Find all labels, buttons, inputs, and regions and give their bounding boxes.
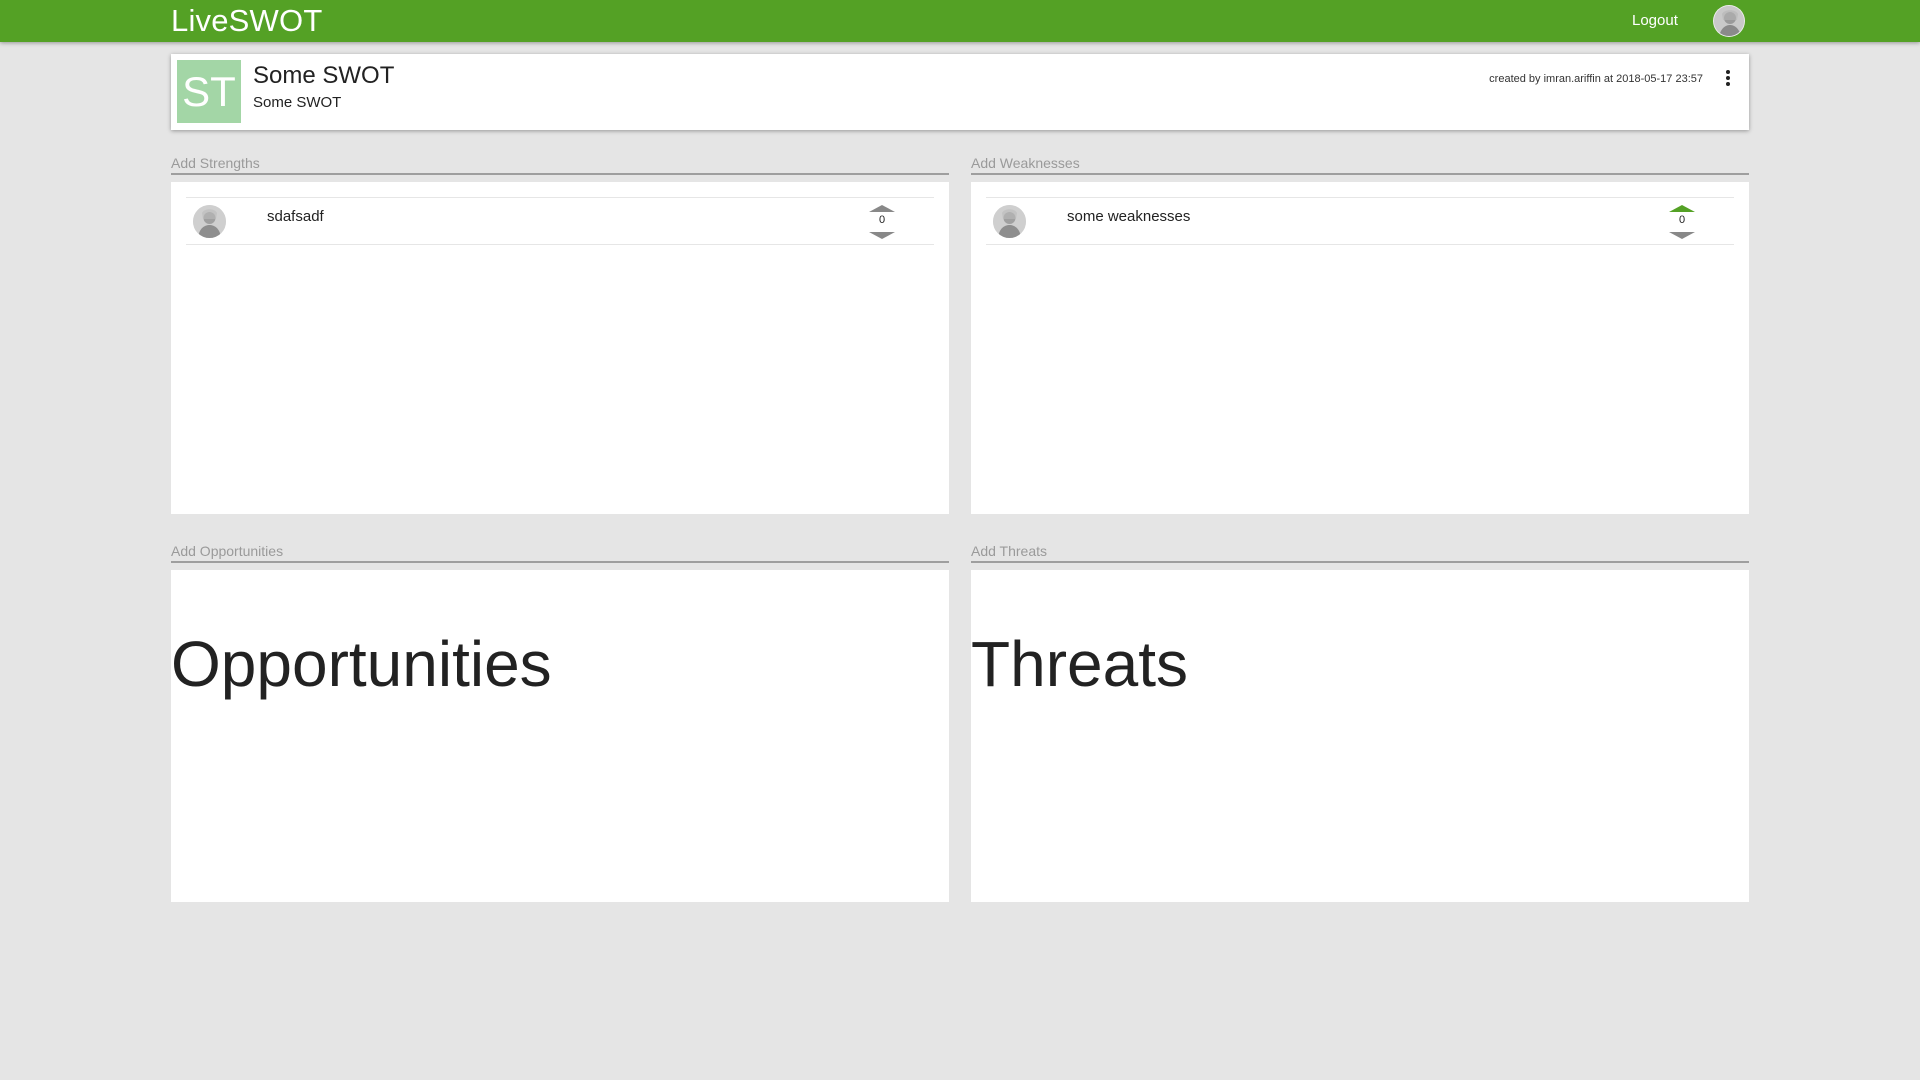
threats-list: Threats <box>971 570 1749 902</box>
swot-subtitle: Some SWOT <box>253 94 342 111</box>
strengths-quadrant: Add Strengths sdafsadf 0 <box>171 154 949 514</box>
opportunities-quadrant: Add Opportunities Opportunities <box>171 542 949 902</box>
avatar-image <box>993 205 1026 238</box>
list-item: some weaknesses 0 <box>986 197 1734 245</box>
downvote-arrow-icon[interactable] <box>869 232 895 239</box>
vote-control: 0 <box>869 205 895 239</box>
add-threats-input[interactable]: Add Threats <box>971 542 1749 563</box>
vote-control: 0 <box>1669 205 1695 239</box>
swot-title: Some SWOT <box>253 62 395 89</box>
user-avatar[interactable] <box>1713 5 1745 37</box>
created-by-text: created by imran.ariffin at 2018-05-17 2… <box>1489 73 1703 85</box>
menu-dot <box>1726 76 1730 80</box>
logout-button[interactable]: Logout <box>1632 12 1678 29</box>
vote-count: 0 <box>878 214 886 226</box>
add-opportunities-input[interactable]: Add Opportunities <box>171 542 949 563</box>
opportunities-list: Opportunities <box>171 570 949 902</box>
item-text: some weaknesses <box>1067 208 1191 225</box>
empty-placeholder: Threats <box>971 628 1188 700</box>
swot-initials-badge: ST <box>177 60 241 123</box>
strengths-list: sdafsadf 0 <box>171 182 949 514</box>
upvote-arrow-icon[interactable] <box>869 205 895 212</box>
weaknesses-list: some weaknesses 0 <box>971 182 1749 514</box>
empty-placeholder: Opportunities <box>171 628 552 700</box>
vote-count: 0 <box>1678 214 1686 226</box>
downvote-arrow-icon[interactable] <box>1669 232 1695 239</box>
menu-dot <box>1726 82 1730 86</box>
avatar-image <box>1714 6 1744 36</box>
top-app-bar: LiveSWOT Logout <box>0 0 1920 42</box>
threats-quadrant: Add Threats Threats <box>971 542 1749 902</box>
upvote-arrow-icon[interactable] <box>1669 205 1695 212</box>
swot-header-card: ST Some SWOT Some SWOT created by imran.… <box>171 54 1749 130</box>
add-strengths-input[interactable]: Add Strengths <box>171 154 949 175</box>
add-weaknesses-input[interactable]: Add Weaknesses <box>971 154 1749 175</box>
author-avatar <box>193 205 226 238</box>
weaknesses-quadrant: Add Weaknesses some weaknesses 0 <box>971 154 1749 514</box>
avatar-image <box>193 205 226 238</box>
more-vert-icon[interactable] <box>1722 68 1734 88</box>
menu-dot <box>1726 70 1730 74</box>
author-avatar <box>993 205 1026 238</box>
item-text: sdafsadf <box>267 208 324 225</box>
app-title[interactable]: LiveSWOT <box>171 3 322 39</box>
list-item: sdafsadf 0 <box>186 197 934 245</box>
